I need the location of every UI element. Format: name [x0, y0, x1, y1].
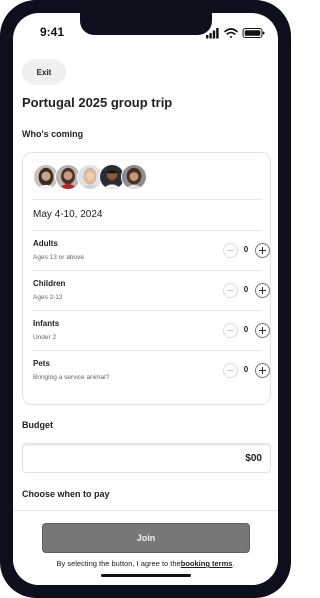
decrement-children-button[interactable]: [223, 283, 238, 298]
minus-icon: [227, 330, 234, 331]
trip-dates: May 4-10, 2024: [33, 209, 103, 220]
guest-label: Infants: [33, 319, 60, 328]
minus-icon: [227, 290, 234, 291]
guest-sublabel: Bringing a service animal?: [33, 374, 110, 381]
guest-label: Children: [33, 279, 66, 288]
increment-pets-button[interactable]: [255, 363, 270, 378]
budget-input[interactable]: [22, 443, 271, 473]
decrement-pets-button[interactable]: [223, 363, 238, 378]
guest-row-adults: Adults Ages 13 or above 0: [33, 230, 270, 270]
battery-icon: [242, 28, 265, 38]
agreement-prefix: By selecting the button, I agree to the: [56, 559, 181, 568]
app-screen: 9:41 Exit Portugal 2025 group trip Who's…: [13, 13, 278, 585]
decrement-infants-button[interactable]: [223, 323, 238, 338]
guest-label: Pets: [33, 359, 50, 368]
guest-row-children: Children Ages 2-12 0: [33, 270, 270, 310]
card-divider: [33, 199, 262, 200]
agreement-text: By selecting the button, I agree to theb…: [13, 559, 278, 568]
choose-when-to-pay-heading: Choose when to pay: [22, 489, 110, 499]
signal-icon: [206, 28, 219, 39]
join-button[interactable]: Join: [42, 523, 250, 553]
booking-terms-link[interactable]: booking terms: [181, 559, 233, 568]
agreement-suffix: .: [232, 559, 235, 568]
guest-row-infants: Infants Under 2 0: [33, 310, 270, 350]
children-count: 0: [243, 285, 249, 294]
exit-button[interactable]: Exit: [22, 59, 66, 85]
pets-count: 0: [243, 365, 249, 374]
guest-label: Adults: [33, 239, 58, 248]
increment-children-button[interactable]: [255, 283, 270, 298]
guest-sublabel: Under 2: [33, 334, 57, 341]
minus-icon: [227, 370, 234, 371]
decrement-adults-button[interactable]: [223, 243, 238, 258]
device-notch: [80, 13, 212, 35]
budget-heading: Budget: [22, 420, 53, 430]
increment-adults-button[interactable]: [255, 243, 270, 258]
guests-card: May 4-10, 2024 Adults Ages 13 or above 0…: [22, 152, 271, 405]
trip-title: Portugal 2025 group trip: [22, 95, 173, 110]
phone-frame: 9:41 Exit Portugal 2025 group trip Who's…: [0, 0, 291, 598]
avatar: [121, 164, 147, 190]
infants-count: 0: [243, 325, 249, 334]
guest-sublabel: Ages 2-12: [33, 294, 63, 301]
guest-sublabel: Ages 13 or above: [33, 254, 84, 261]
minus-icon: [227, 250, 234, 251]
home-indicator: [101, 574, 191, 577]
guest-row-pets: Pets Bringing a service animal? 0: [33, 350, 270, 390]
status-time: 9:41: [40, 25, 65, 39]
status-icons: [206, 28, 265, 39]
increment-infants-button[interactable]: [255, 323, 270, 338]
wifi-icon: [224, 28, 238, 38]
adults-count: 0: [243, 245, 249, 254]
whos-coming-heading: Who's coming: [22, 129, 84, 139]
